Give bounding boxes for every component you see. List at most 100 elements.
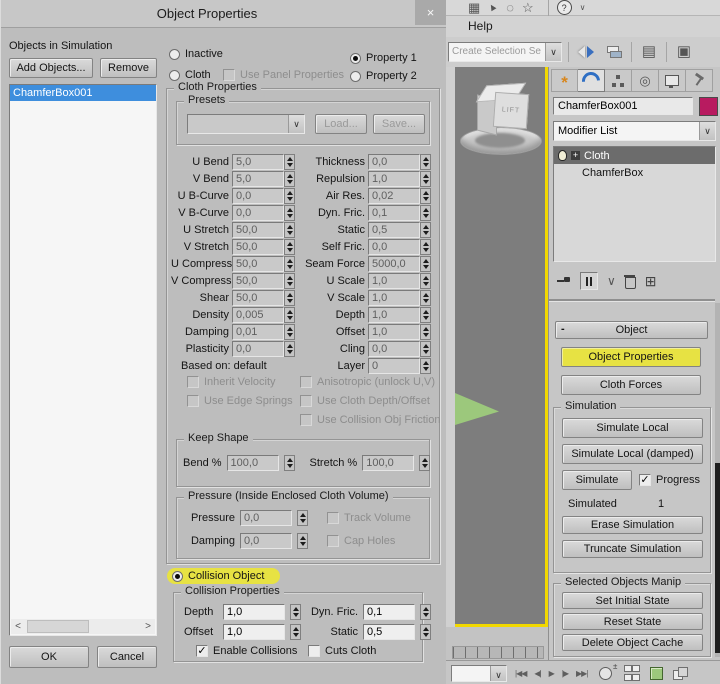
scrollbar-thumb[interactable] <box>27 620 89 633</box>
zoom-all-icon[interactable] <box>624 665 638 681</box>
ok-button[interactable]: OK <box>9 646 89 668</box>
checkbox-icon[interactable]: ✓ <box>639 474 651 486</box>
timeline[interactable] <box>446 627 548 660</box>
collision-object-radio[interactable]: Collision Object <box>167 568 280 584</box>
chevron-down-icon[interactable]: ∨ <box>545 43 561 61</box>
object-color-swatch[interactable] <box>699 97 718 116</box>
v-compress-field: 50,0 <box>232 273 284 289</box>
tab-utilities[interactable] <box>686 69 713 92</box>
checkbox-icon[interactable]: ✓ <box>196 645 208 657</box>
chevron-down-icon[interactable]: ∨ <box>580 1 586 15</box>
property1-radio[interactable]: Property 1 <box>350 52 417 64</box>
cuts-cloth-checkbox[interactable]: Cuts Cloth <box>308 645 376 657</box>
spinner[interactable] <box>420 604 431 620</box>
enable-collisions-checkbox[interactable]: ✓ Enable Collisions <box>196 645 297 657</box>
named-selection-star-icon[interactable]: ☆ <box>522 1 534 15</box>
go-to-end-button[interactable]: ▶▶| <box>576 669 587 678</box>
next-frame-button[interactable]: |▶ <box>562 669 568 678</box>
radio-icon[interactable] <box>169 70 180 81</box>
simulate-button[interactable]: Simulate <box>562 470 632 490</box>
shear-label: Shear <box>171 292 232 304</box>
progress-checkbox[interactable]: ✓ Progress <box>639 474 700 486</box>
cloth-radio[interactable]: Cloth <box>169 69 211 81</box>
configure-modifier-sets-icon[interactable]: ⊞ <box>645 274 657 288</box>
checkbox-icon <box>223 69 235 81</box>
remove-modifier-icon[interactable] <box>625 277 636 289</box>
cloth-forces-button[interactable]: Cloth Forces <box>561 375 701 395</box>
perspective-viewport[interactable]: LIFT <box>455 67 548 627</box>
scroll-left-icon[interactable]: < <box>11 620 25 633</box>
render-setup-icon[interactable]: ▣ <box>673 41 695 63</box>
dialog-titlebar[interactable]: Object Properties × <box>1 0 447 28</box>
collision-offset-field[interactable]: 1,0 <box>223 624 285 640</box>
collision-static-field[interactable]: 0,5 <box>363 624 415 640</box>
lasso-selection-icon[interactable]: ◌ <box>506 1 514 15</box>
set-initial-state-button[interactable]: Set Initial State <box>562 592 703 609</box>
go-to-start-button[interactable]: |◀◀ <box>515 669 526 678</box>
chevron-down-icon[interactable]: ∨ <box>699 122 715 140</box>
time-ruler[interactable] <box>452 646 544 659</box>
zoom-extents-all-icon[interactable] <box>673 667 687 679</box>
truncate-simulation-button[interactable]: Truncate Simulation <box>562 540 703 558</box>
objects-list[interactable]: ChamferBox001 < > <box>9 84 157 636</box>
tab-hierarchy[interactable] <box>605 69 632 92</box>
lightbulb-icon[interactable] <box>558 150 567 161</box>
show-end-result-icon[interactable] <box>580 272 598 290</box>
list-item[interactable]: ChamferBox001 <box>10 85 156 101</box>
simulate-local-damped-button[interactable]: Simulate Local (damped) <box>562 444 703 464</box>
radio-icon[interactable] <box>172 571 183 582</box>
add-objects-button[interactable]: Add Objects... <box>9 58 93 78</box>
pin-stack-icon[interactable] <box>557 275 571 287</box>
help-icon[interactable]: ? <box>557 0 572 15</box>
group-title: Selected Objects Manip <box>561 576 685 588</box>
spinner[interactable] <box>290 604 301 620</box>
scroll-right-icon[interactable]: > <box>141 620 155 633</box>
spinner[interactable] <box>420 624 431 640</box>
spinner[interactable] <box>290 624 301 640</box>
make-unique-icon[interactable]: ∨ <box>607 274 616 288</box>
tab-modify[interactable] <box>578 69 605 92</box>
stack-item-cloth[interactable]: + Cloth <box>554 147 715 164</box>
key-mode-toggle-icon[interactable] <box>599 667 612 680</box>
modifier-stack[interactable]: + Cloth ChamferBox <box>553 146 716 262</box>
scrollbar-thumb[interactable] <box>715 463 720 653</box>
erase-simulation-button[interactable]: Erase Simulation <box>562 516 703 534</box>
collision-dyn-fric-field[interactable]: 0,1 <box>363 604 415 620</box>
select-by-name-icon[interactable]: ▦ <box>468 1 480 15</box>
radio-icon[interactable] <box>169 49 180 60</box>
tab-motion[interactable]: ◎ <box>632 69 659 92</box>
mirror-icon[interactable] <box>575 41 597 63</box>
radio-icon[interactable] <box>350 71 361 82</box>
checkbox-icon[interactable] <box>308 645 320 657</box>
inactive-radio[interactable]: Inactive <box>169 48 223 60</box>
chevron-down-icon[interactable]: ∨ <box>490 666 506 681</box>
align-icon[interactable] <box>603 41 625 63</box>
zoom-extents-icon[interactable] <box>650 667 663 680</box>
object-properties-button[interactable]: Object Properties <box>561 347 701 367</box>
object-name-field[interactable]: ChamferBox001 <box>553 97 693 115</box>
panel-scrollbar[interactable] <box>715 303 720 657</box>
delete-object-cache-button[interactable]: Delete Object Cache <box>562 634 703 651</box>
simulate-local-button[interactable]: Simulate Local <box>562 418 703 438</box>
named-selection-set-combo[interactable]: Create Selection Se ∨ <box>448 42 562 62</box>
list-horizontal-scrollbar[interactable]: < > <box>11 619 155 634</box>
previous-frame-button[interactable]: ◀| <box>534 669 540 678</box>
tab-create[interactable]: * <box>551 69 578 92</box>
object-rollout-header[interactable]: - Object <box>555 321 708 339</box>
layer-manager-icon[interactable]: ▤ <box>638 41 660 63</box>
play-button[interactable]: ▶ <box>549 669 554 678</box>
menu-help[interactable]: Help <box>468 19 493 33</box>
modifier-list-dropdown[interactable]: Modifier List ∨ <box>553 121 716 141</box>
stack-item-chamferbox[interactable]: ChamferBox <box>554 164 715 181</box>
property2-radio[interactable]: Property 2 <box>350 70 417 82</box>
tab-display[interactable] <box>659 69 686 92</box>
reset-state-button[interactable]: Reset State <box>562 613 703 630</box>
radio-icon[interactable] <box>350 53 361 64</box>
select-object-icon[interactable]: ▲ <box>485 0 501 16</box>
expand-icon[interactable]: + <box>571 151 580 160</box>
time-tag-dropdown[interactable]: ∨ <box>451 665 507 682</box>
close-icon[interactable]: × <box>415 0 446 25</box>
collision-depth-field[interactable]: 1,0 <box>223 604 285 620</box>
remove-button[interactable]: Remove <box>100 58 157 78</box>
cancel-button[interactable]: Cancel <box>97 646 157 668</box>
